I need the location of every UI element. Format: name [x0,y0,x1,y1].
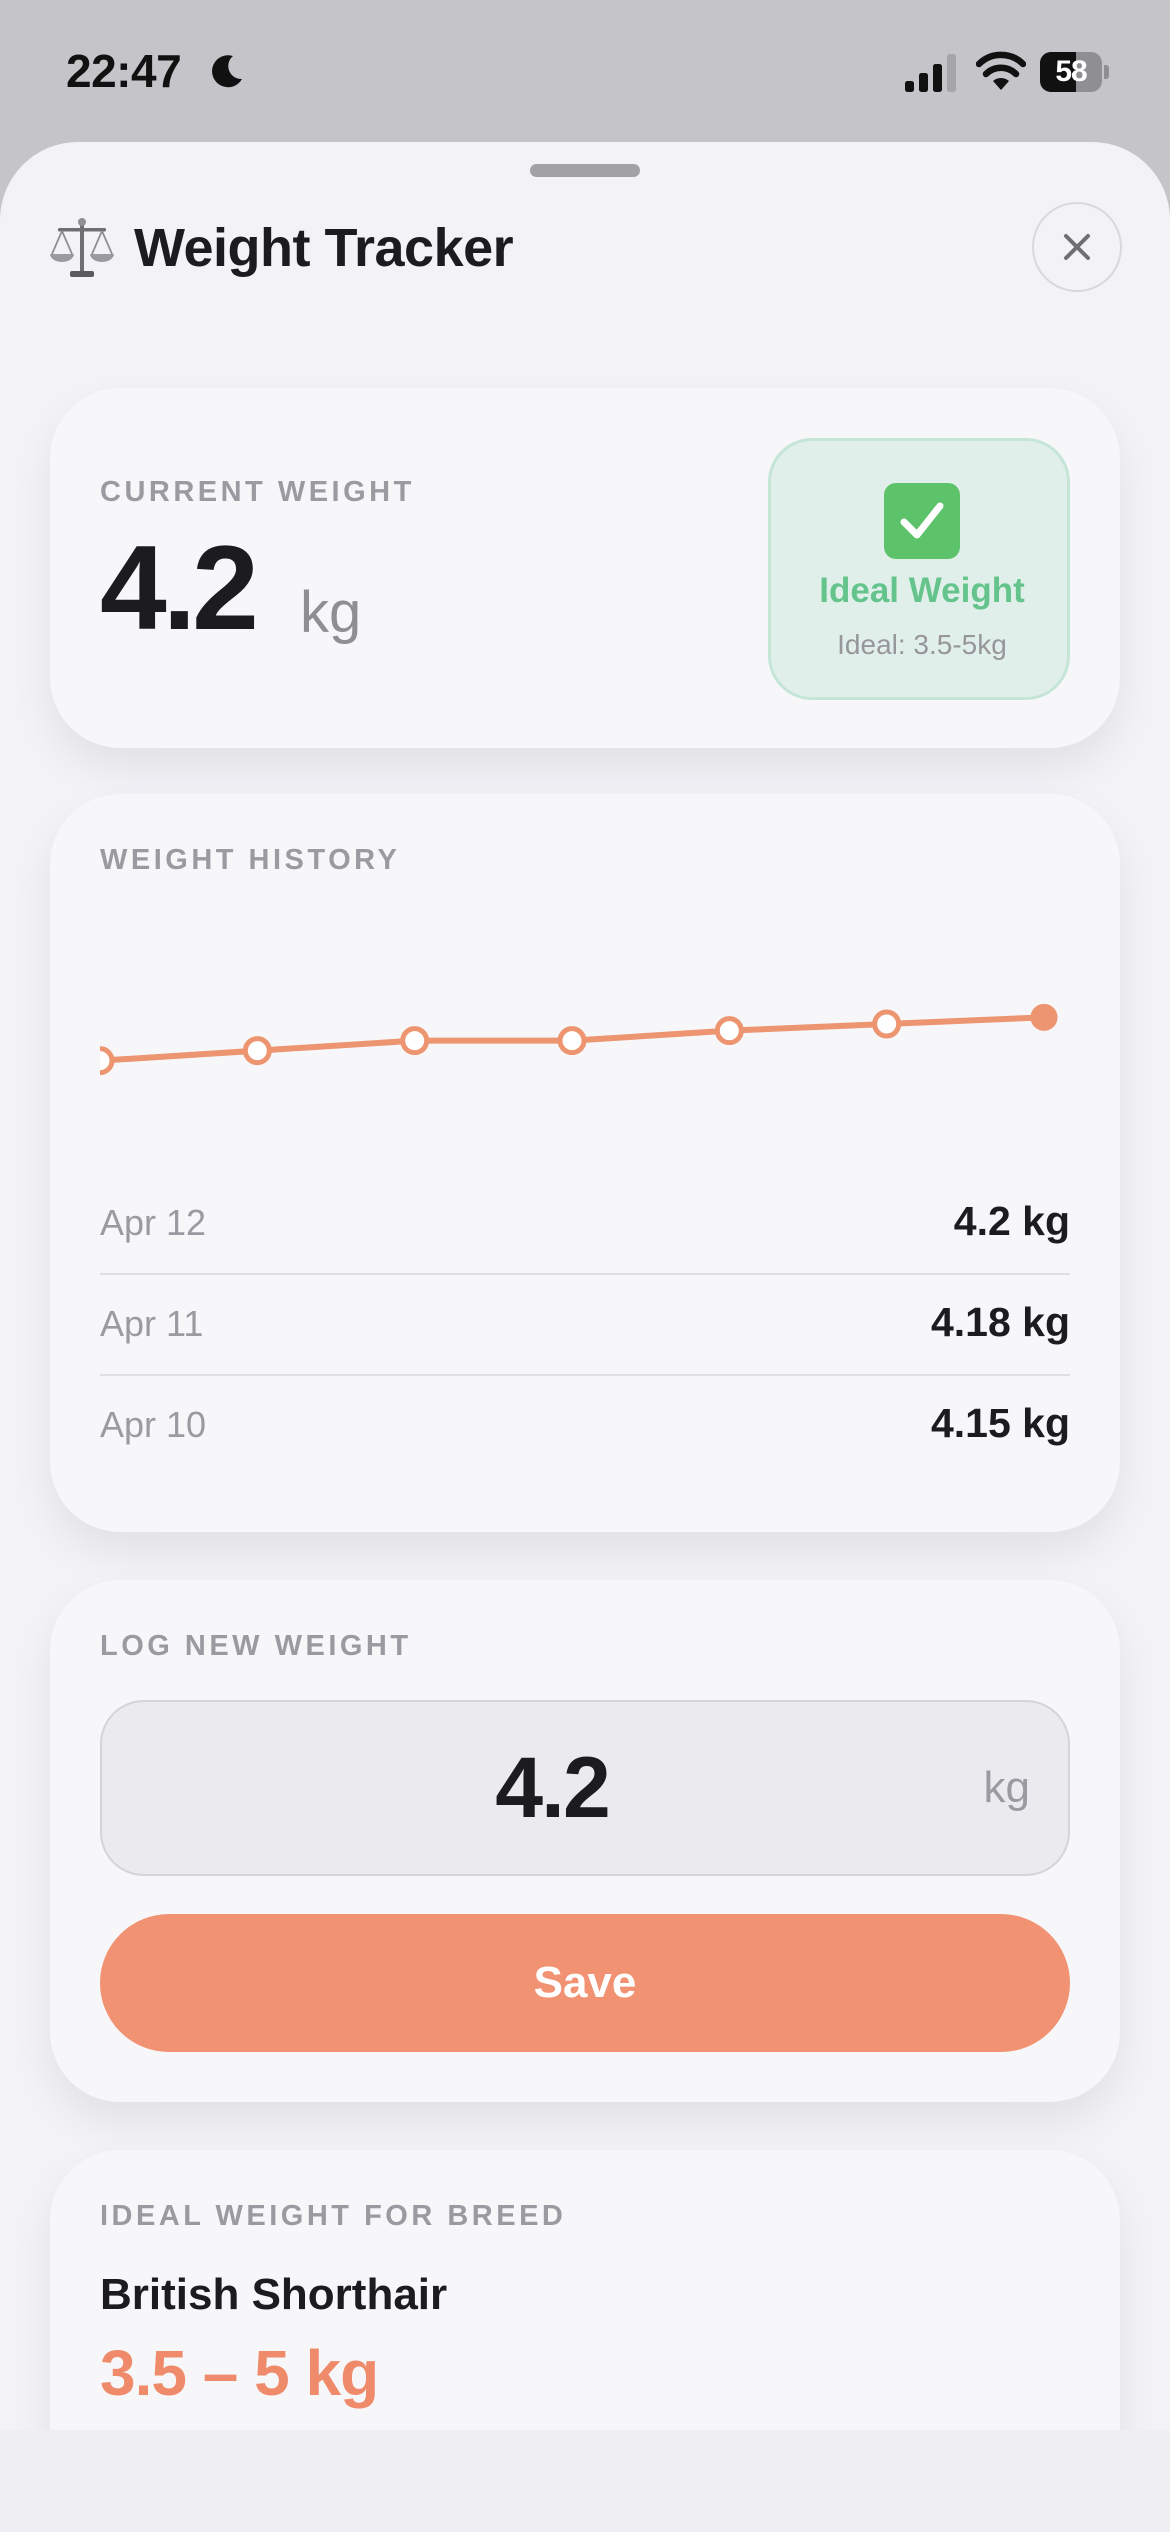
chart-point[interactable] [242,1036,272,1066]
close-icon [1064,234,1090,260]
scales-icon [50,218,114,277]
current-weight-label: CURRENT WEIGHT [100,476,415,508]
chart-point[interactable] [557,1026,587,1056]
chart-point[interactable] [714,1016,744,1046]
weight-history-label: WEIGHT HISTORY [100,844,401,876]
history-date: Apr 12 [100,1202,207,1243]
moon-icon [212,55,242,88]
save-button[interactable]: Save [100,1914,1070,2052]
history-date: Apr 10 [100,1404,207,1445]
history-row[interactable]: Apr 12 4.2 kg [100,1174,1070,1275]
close-button[interactable] [1032,202,1122,292]
bottom-bar [0,2430,1170,2532]
current-weight-card: CURRENT WEIGHT 4.2 kg Ideal Weight Ideal… [50,388,1120,748]
ideal-weight-range: Ideal: 3.5-5kg [837,629,1007,660]
screen: 22:47 58 Weight Tracker CURRENT WEIGHT 4… [0,0,1170,2532]
status-bar: 22:47 58 [0,0,1170,140]
chart-point[interactable] [1030,1003,1058,1031]
page-title: Weight Tracker [134,218,514,278]
ideal-weight-badge: Ideal Weight Ideal: 3.5-5kg [768,438,1070,700]
chart-point[interactable] [400,1026,430,1056]
check-icon [884,483,960,559]
battery-indicator: 58 [1040,52,1109,92]
battery-percent: 58 [1055,55,1087,88]
cellular-signal-icon [905,54,956,92]
current-weight-unit: kg [300,580,362,645]
history-value: 4.15 kg [930,1400,1070,1446]
chart-point[interactable] [100,1046,115,1076]
chart-point[interactable] [872,1009,902,1039]
battery-cap [1104,65,1109,79]
weight-history-card: WEIGHT HISTORY Apr 12 4.2 kg Apr 11 4.18… [50,794,1120,1532]
status-time: 22:47 [66,45,182,97]
history-value: 4.18 kg [930,1299,1070,1345]
weight-input-unit: kg [983,1763,1030,1812]
breed-ideal-label: IDEAL WEIGHT FOR BREED [100,2200,567,2232]
weight-input-field[interactable]: 4.2 kg [100,1700,1070,1876]
weight-input-value[interactable]: 4.2 [102,1702,1002,1874]
wifi-icon [976,51,1026,90]
weight-history-list: Apr 12 4.2 kg Apr 11 4.18 kg Apr 10 4.15… [100,1174,1070,1477]
breed-weight-range: 3.5 – 5 kg [100,2337,379,2409]
history-row[interactable]: Apr 11 4.18 kg [100,1275,1070,1376]
log-weight-label: LOG NEW WEIGHT [100,1630,412,1662]
weight-tracker-sheet: Weight Tracker CURRENT WEIGHT 4.2 kg Ide… [0,142,1170,2532]
breed-name: British Shorthair [100,2270,448,2319]
history-date: Apr 11 [100,1303,204,1344]
ideal-weight-status: Ideal Weight [819,571,1025,610]
history-row[interactable]: Apr 10 4.15 kg [100,1376,1070,1477]
current-weight-value: 4.2 [100,521,259,655]
battery-body: 58 [1040,52,1102,92]
sheet-grabber[interactable] [530,164,640,177]
log-weight-card: LOG NEW WEIGHT 4.2 kg Save [50,1580,1120,2102]
history-value: 4.2 kg [953,1198,1070,1244]
weight-history-chart [100,1003,1058,1076]
